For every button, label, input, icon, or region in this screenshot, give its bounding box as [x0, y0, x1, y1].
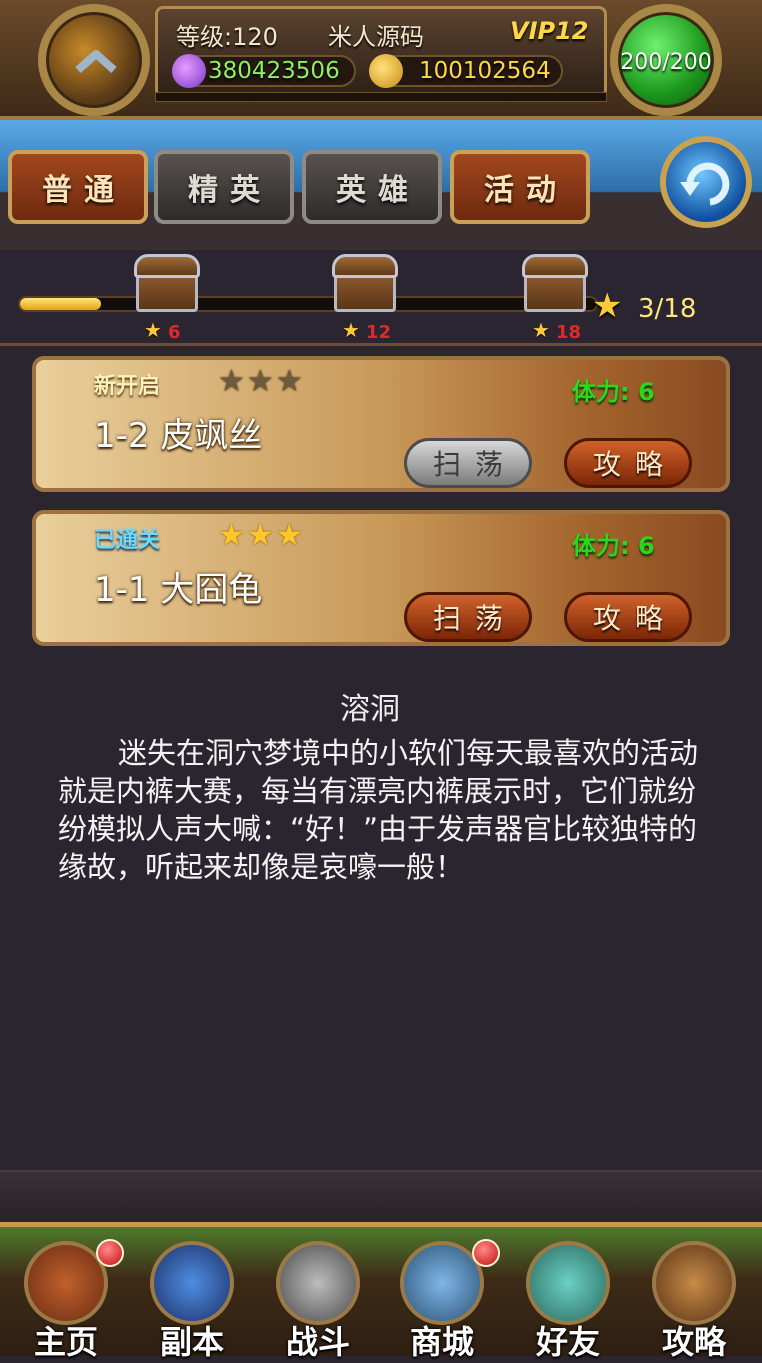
- stage-stars: ★★★: [218, 364, 305, 399]
- star-icon: ★: [144, 318, 162, 342]
- gem-amount: 380423506: [208, 58, 340, 84]
- reward-chest-2[interactable]: ★ 12: [330, 254, 400, 343]
- progress-track: [18, 296, 598, 312]
- star-icon: ★: [532, 318, 550, 342]
- nav-label: 攻略: [661, 1323, 726, 1361]
- gem-icon: [172, 54, 206, 88]
- tab-normal[interactable]: 普通: [8, 150, 148, 224]
- progress-fill: [20, 298, 101, 310]
- chest-lid: [134, 254, 200, 278]
- star-filled-icon: ★: [246, 518, 276, 553]
- sword-icon: [276, 1241, 360, 1325]
- stage-name: 1-2 皮飒丝: [94, 416, 263, 456]
- player-level: 等级:120: [176, 23, 278, 51]
- top-hud: 等级:120 米人源码 VIP12 380423506 100102564 20…: [0, 0, 762, 120]
- star-empty-icon: ★: [218, 364, 247, 399]
- star-empty-icon: ★: [275, 364, 305, 399]
- bottom-nav: 主页 副本 战斗 商城 好友 攻略: [0, 1222, 762, 1361]
- nav-guide[interactable]: 攻略: [632, 1227, 756, 1361]
- star-empty-icon: ★: [246, 364, 276, 399]
- stage-status: 新开启: [94, 374, 161, 399]
- coin-icon: [369, 54, 403, 88]
- nav-label: 商城: [409, 1323, 474, 1361]
- nav-friends[interactable]: 好友: [506, 1227, 630, 1361]
- chevron-up-icon: [75, 50, 117, 73]
- player-name: 米人源码: [328, 23, 424, 51]
- stage-card[interactable]: 新开启 ★★★ 1-2 皮飒丝 体力: 6 扫荡 攻略: [32, 356, 730, 492]
- stage-stars: ★★★: [218, 518, 305, 553]
- reward-chest-1[interactable]: ★ 6: [132, 254, 202, 343]
- nav-label: 战斗: [285, 1323, 350, 1361]
- star-filled-icon: ★: [275, 518, 305, 553]
- stage-name: 1-1 大囧龟: [94, 570, 263, 610]
- chest-icon: [136, 272, 198, 312]
- avatar-button[interactable]: [38, 4, 150, 116]
- nav-dungeon[interactable]: 副本: [130, 1227, 254, 1361]
- nav-battle[interactable]: 战斗: [256, 1227, 380, 1361]
- sweep-button[interactable]: 扫荡: [404, 592, 532, 642]
- area-description: 迷失在洞穴梦境中的小软们每天最喜欢的活动就是内裤大赛，每当有漂亮内裤展示时，它们…: [58, 736, 699, 884]
- stage-card[interactable]: 已通关 ★★★ 1-1 大囧龟 体力: 6 扫荡 攻略: [32, 510, 730, 646]
- star-filled-icon: ★: [218, 518, 247, 553]
- nav-label: 主页: [33, 1323, 98, 1361]
- guide-button[interactable]: 攻略: [564, 592, 692, 642]
- area-title: 溶洞: [340, 692, 400, 727]
- experience-bar: [155, 92, 607, 102]
- friends-icon: [526, 1241, 610, 1325]
- bottom-wall: [0, 1170, 762, 1222]
- tab-elite[interactable]: 精英: [154, 150, 294, 224]
- nav-label: 好友: [535, 1323, 600, 1361]
- return-arrow-icon: [680, 162, 730, 206]
- star-icon: ★: [342, 318, 360, 342]
- coin-amount: 100102564: [419, 58, 551, 84]
- guide-button[interactable]: 攻略: [564, 438, 692, 488]
- chest-lid: [332, 254, 398, 278]
- stage-stamina-cost: 体力: 6: [572, 378, 655, 406]
- gem-counter[interactable]: 380423506: [172, 54, 356, 88]
- coin-counter[interactable]: 100102564: [369, 54, 563, 88]
- chest-icon: [524, 272, 586, 312]
- chest-star-requirement: 6: [168, 322, 181, 343]
- skull-icon: [150, 1241, 234, 1325]
- nav-label: 副本: [159, 1323, 224, 1361]
- stage-stamina-cost: 体力: 6: [572, 532, 655, 560]
- notification-badge: [472, 1239, 500, 1267]
- back-button[interactable]: [660, 136, 752, 228]
- notification-badge: [96, 1239, 124, 1267]
- chest-lid: [522, 254, 588, 278]
- nav-home[interactable]: 主页: [4, 1227, 128, 1361]
- player-info-plate: 等级:120 米人源码 VIP12 380423506 100102564: [155, 6, 607, 98]
- stage-status: 已通关: [94, 528, 161, 553]
- reward-chest-3[interactable]: ★ 18: [520, 254, 590, 343]
- stamina-value: 200/200: [620, 50, 712, 75]
- star-icon: ★: [592, 286, 623, 326]
- tab-event[interactable]: 活动: [450, 150, 590, 224]
- chest-icon: [334, 272, 396, 312]
- nav-shop[interactable]: 商城: [380, 1227, 504, 1361]
- vip-level[interactable]: VIP12: [510, 17, 589, 45]
- star-reward-progress: ★ 6 ★ 12 ★ 18 ★ 3/18: [0, 250, 762, 346]
- sweep-button[interactable]: 扫荡: [404, 438, 532, 488]
- chest-star-requirement: 12: [366, 322, 392, 343]
- tab-hero[interactable]: 英雄: [302, 150, 442, 224]
- stamina-orb[interactable]: 200/200: [610, 4, 722, 116]
- book-icon: [652, 1241, 736, 1325]
- chest-star-requirement: 18: [556, 322, 582, 343]
- star-total: 3/18: [638, 294, 697, 324]
